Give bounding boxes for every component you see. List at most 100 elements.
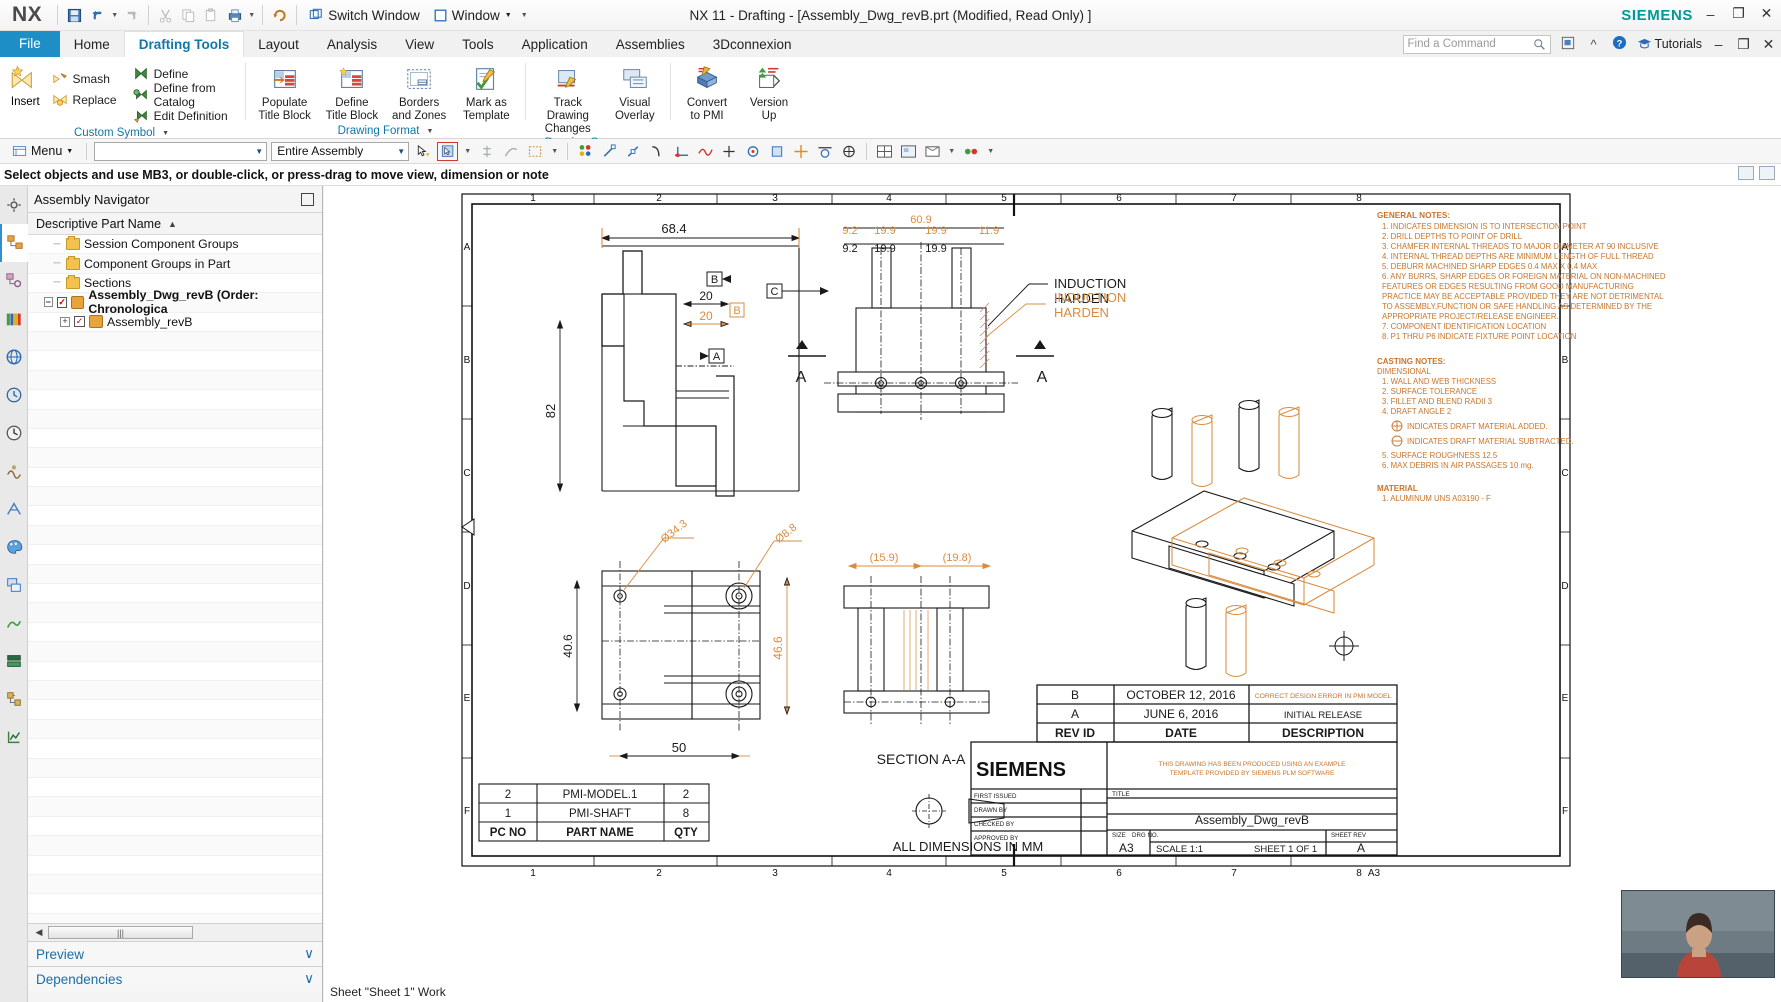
view-orientation-caret[interactable]: ▼ (946, 148, 957, 155)
chevron-down-icon[interactable]: ∨ (304, 971, 314, 987)
resource-bar-reuse-library[interactable] (0, 300, 28, 338)
switch-window-button[interactable]: Switch Window (302, 4, 427, 27)
view-orientation-icon[interactable] (922, 142, 942, 161)
tab-drafting-tools[interactable]: Drafting Tools (124, 31, 245, 57)
curve-rule-icon[interactable] (501, 142, 521, 161)
selection-filter-combo[interactable]: ▼ (94, 142, 267, 161)
resource-bar-part-navigator[interactable] (0, 262, 28, 300)
mark-as-template-button[interactable]: Mark as Template (454, 62, 519, 123)
drawing-canvas[interactable]: 1234 5678 1234 5678 AA BB CC DD (324, 186, 1781, 1002)
chevron-down-icon[interactable]: ▼ (397, 147, 405, 156)
window-menu-button[interactable]: Window ▼ (427, 4, 519, 27)
scrollbar-thumb[interactable]: ||| (48, 926, 193, 939)
view-layout-icon[interactable] (874, 142, 894, 161)
tangent-snap-icon[interactable] (815, 142, 835, 161)
snap-point-set-icon[interactable] (575, 142, 595, 161)
collapse-expander[interactable]: − (44, 297, 53, 307)
rectangle-select-caret[interactable]: ▼ (549, 148, 560, 155)
resource-bar-layers[interactable] (0, 566, 28, 604)
face-snap-icon[interactable] (767, 142, 787, 161)
find-command-input[interactable]: Find a Command (1403, 35, 1551, 54)
resource-bar-process-studio[interactable] (0, 680, 28, 718)
track-drawing-changes-button[interactable]: Track Drawing Changes (532, 62, 604, 136)
navigator-column-header[interactable]: Descriptive Part Name ▲ (28, 212, 322, 235)
minimize-ribbon-icon[interactable] (1559, 36, 1577, 53)
help-icon[interactable]: ? (1611, 35, 1629, 53)
minimize-button[interactable]: – (1702, 6, 1719, 22)
chevron-down-icon[interactable]: ∨ (304, 946, 314, 962)
view-style-icon[interactable] (898, 142, 918, 161)
resource-bar-internet-explorer[interactable] (0, 338, 28, 376)
define-from-catalog-button[interactable]: Define from Catalog (130, 84, 239, 105)
visibility-checkbox[interactable]: ✓ (74, 316, 85, 327)
tab-tools[interactable]: Tools (448, 31, 508, 57)
refresh-icon[interactable] (268, 4, 291, 27)
print-dropdown-caret[interactable]: ▼ (246, 12, 257, 19)
show-hide-icon[interactable] (961, 142, 981, 161)
tab-assemblies[interactable]: Assemblies (602, 31, 699, 57)
qa-overflow-caret[interactable]: ▼ (519, 12, 530, 19)
insert-symbol-button[interactable]: Insert (4, 62, 47, 108)
tree-row-assembly-dwg-revb[interactable]: − ✓ Assembly_Dwg_revB (Order: Chronologi… (28, 293, 322, 312)
close-button[interactable]: ✕ (1758, 5, 1775, 22)
undo-icon[interactable] (86, 4, 109, 27)
edit-definition-button[interactable]: Edit Definition (130, 105, 239, 126)
populate-title-block-button[interactable]: Populate Title Block (252, 62, 317, 123)
assembly-tree[interactable]: ─ Session Component Groups ─ Component G… (28, 235, 322, 923)
visual-overlay-button[interactable]: Visual Overlay (606, 62, 664, 123)
resource-bar-hd3d[interactable] (0, 642, 28, 680)
select-general-object-icon[interactable] (413, 142, 433, 161)
save-icon[interactable] (63, 4, 86, 27)
navigator-horizontal-scrollbar[interactable]: ◀ ||| (28, 923, 322, 941)
resource-bar-validation[interactable] (0, 718, 28, 756)
tab-file[interactable]: File (0, 31, 60, 57)
arc-center-snap-icon[interactable] (695, 142, 715, 161)
print-icon[interactable] (223, 4, 246, 27)
tab-analysis[interactable]: Analysis (313, 31, 391, 57)
preview-section-header[interactable]: Preview ∨ (28, 941, 322, 966)
select-feature-caret[interactable]: ▼ (462, 148, 473, 155)
snap-point-icon[interactable] (477, 142, 497, 161)
webcam-video-overlay[interactable] (1621, 890, 1775, 978)
tree-row-session-component-groups[interactable]: ─ Session Component Groups (28, 235, 322, 254)
intersection-snap-icon[interactable] (671, 142, 691, 161)
tree-row-component-groups-in-part[interactable]: ─ Component Groups in Part (28, 254, 322, 273)
point-on-curve-snap-icon[interactable] (743, 142, 763, 161)
rectangle-select-icon[interactable] (525, 142, 545, 161)
tab-3dconnexion[interactable]: 3Dconnexion (699, 31, 806, 57)
resource-bar-roles[interactable] (0, 490, 28, 528)
bounding-box-snap-icon[interactable] (839, 142, 859, 161)
scroll-left-arrow-icon[interactable]: ◀ (32, 927, 46, 938)
doc-close-button[interactable]: ✕ (1760, 36, 1777, 53)
snap-crosshair-icon[interactable] (791, 142, 811, 161)
resource-bar-assembly-navigator[interactable] (0, 224, 28, 262)
dependencies-section-header[interactable]: Dependencies ∨ (28, 966, 322, 991)
replace-button[interactable]: Replace (49, 89, 120, 110)
tab-view[interactable]: View (391, 31, 448, 57)
tutorials-button[interactable]: Tutorials (1637, 37, 1702, 51)
doc-minimize-button[interactable]: – (1710, 36, 1727, 52)
resource-bar-history-clock[interactable] (0, 414, 28, 452)
sort-ascending-icon[interactable]: ▲ (168, 219, 177, 229)
pin-icon[interactable] (301, 193, 314, 206)
doc-restore-button[interactable]: ❐ (1735, 36, 1752, 53)
resource-bar-system-materials[interactable] (0, 452, 28, 490)
resource-bar-history-browser[interactable] (0, 376, 28, 414)
resource-bar-palette[interactable] (0, 528, 28, 566)
tab-home[interactable]: Home (60, 31, 124, 57)
selection-scope-combo[interactable]: Entire Assembly ▼ (271, 142, 409, 161)
control-point-snap-icon[interactable] (647, 142, 667, 161)
menu-button[interactable]: Menu ▼ (6, 144, 79, 158)
restore-button[interactable]: ❐ (1730, 5, 1747, 22)
undo-dropdown-caret[interactable]: ▼ (109, 12, 120, 19)
version-up-button[interactable]: Version Up (739, 62, 799, 123)
chevron-up-icon[interactable]: ^ (1585, 37, 1603, 52)
visibility-checkbox[interactable]: ✓ (57, 297, 67, 308)
group-dialog-launcher-caret[interactable]: ▼ (426, 124, 433, 139)
expand-expander[interactable]: + (60, 317, 70, 327)
define-title-block-button[interactable]: Define Title Block (319, 62, 384, 123)
tab-application[interactable]: Application (508, 31, 602, 57)
convert-to-pmi-button[interactable]: Convert to PMI (677, 62, 737, 123)
quadrant-snap-icon[interactable] (719, 142, 739, 161)
midpoint-snap-icon[interactable] (623, 142, 643, 161)
